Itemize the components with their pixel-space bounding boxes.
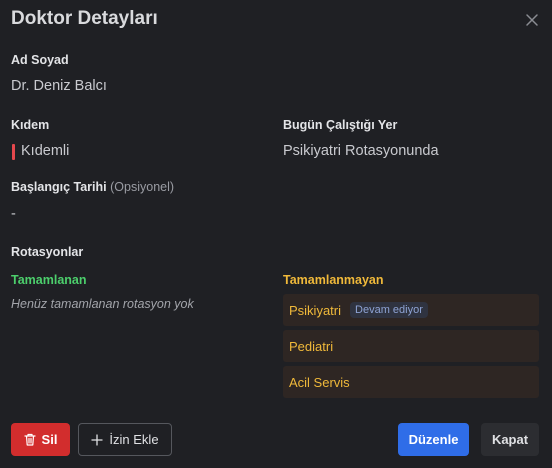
in-progress-badge: Devam ediyor: [350, 302, 428, 318]
start-date-label: Başlangıç Tarihi (Opsiyonel): [11, 180, 174, 194]
name-label: Ad Soyad: [11, 53, 69, 67]
delete-button-label: Sil: [41, 432, 58, 447]
rotation-name: Pediatri: [289, 338, 334, 354]
completed-rotations-empty: Henüz tamamlanan rotasyon yok: [11, 297, 194, 311]
rotation-name: Acil Servis: [289, 374, 350, 390]
seniority-label: Kıdem: [11, 118, 50, 132]
trash-icon: [23, 433, 36, 446]
close-dialog-button[interactable]: [523, 11, 541, 29]
plus-icon: [91, 433, 104, 446]
completed-rotations-heading: Tamamlanan: [11, 273, 87, 287]
name-value: Dr. Deniz Balcı: [11, 78, 107, 94]
start-date-optional: (Opsiyonel): [110, 180, 175, 194]
doctor-details-dialog: Doktor Detayları Ad Soyad Dr. Deniz Balc…: [0, 0, 552, 468]
close-button[interactable]: Kapat: [481, 423, 539, 456]
rotation-name: Psikiyatri: [289, 302, 342, 318]
start-date-value: -: [11, 206, 16, 222]
dialog-title: Doktor Detayları: [11, 8, 158, 29]
rotation-item: Psikiyatri Devam ediyor: [283, 294, 539, 326]
add-leave-button[interactable]: İzin Ekle: [78, 423, 172, 456]
delete-button[interactable]: Sil: [11, 423, 70, 456]
close-icon: [526, 14, 538, 26]
today-location-label: Bugün Çalıştığı Yer: [283, 118, 398, 132]
edit-button[interactable]: Düzenle: [398, 423, 469, 456]
rotations-label: Rotasyonlar: [11, 245, 84, 259]
seniority-indicator: [12, 144, 15, 160]
seniority-value: Kıdemli: [21, 143, 70, 159]
incomplete-rotations-heading: Tamamlanmayan: [283, 273, 384, 287]
rotation-item: Acil Servis: [283, 366, 539, 398]
add-leave-button-label: İzin Ekle: [109, 432, 159, 447]
today-location-value: Psikiyatri Rotasyonunda: [283, 143, 439, 159]
start-date-label-text: Başlangıç Tarihi: [11, 180, 107, 194]
rotation-item: Pediatri: [283, 330, 539, 362]
